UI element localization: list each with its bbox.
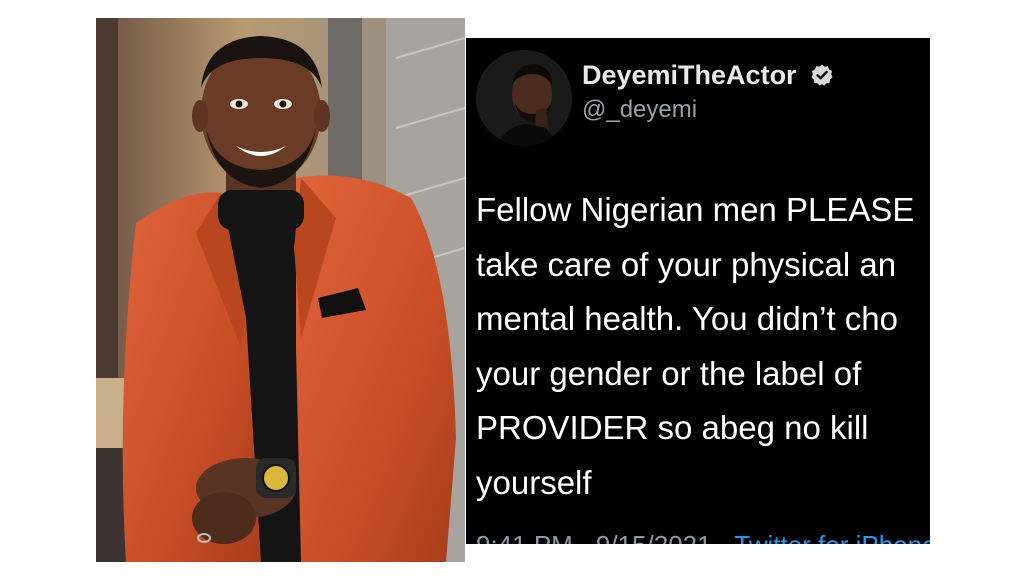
tweet-metadata: 9:41 PM · 9/15/2021 · Twitter for iPhone bbox=[476, 530, 930, 544]
tweet-timestamp[interactable]: 9:41 PM · 9/15/2021 · bbox=[476, 530, 727, 544]
tweet-line: take care of your physical an bbox=[476, 245, 897, 283]
profile-avatar[interactable] bbox=[476, 50, 572, 146]
tweet-line: PROVIDER so abeg no kill bbox=[476, 409, 869, 446]
tweet-line: Fellow Nigerian men PLEASE bbox=[476, 191, 915, 228]
tweet-line: mental health. You didn’t cho bbox=[476, 300, 898, 337]
man-in-orange-blazer-photo bbox=[96, 18, 465, 562]
display-name[interactable]: DeyemiTheActor bbox=[582, 60, 834, 91]
tweet-source-link[interactable]: Twitter for iPhone bbox=[734, 530, 930, 544]
tweet-line: your gender or the label of bbox=[476, 354, 862, 392]
tweet-body: Fellow Nigerian men PLEASE take care of … bbox=[476, 183, 914, 510]
avatar-image bbox=[476, 50, 572, 146]
tweet-line: yourself bbox=[476, 463, 592, 501]
tweet-card: DeyemiTheActor @_deyemi Fellow Nigerian … bbox=[466, 38, 930, 544]
verified-badge-icon bbox=[810, 63, 834, 87]
photo-illustration bbox=[96, 18, 465, 562]
user-handle[interactable]: @_deyemi bbox=[582, 96, 697, 124]
display-name-text: DeyemiTheActor bbox=[582, 60, 797, 90]
